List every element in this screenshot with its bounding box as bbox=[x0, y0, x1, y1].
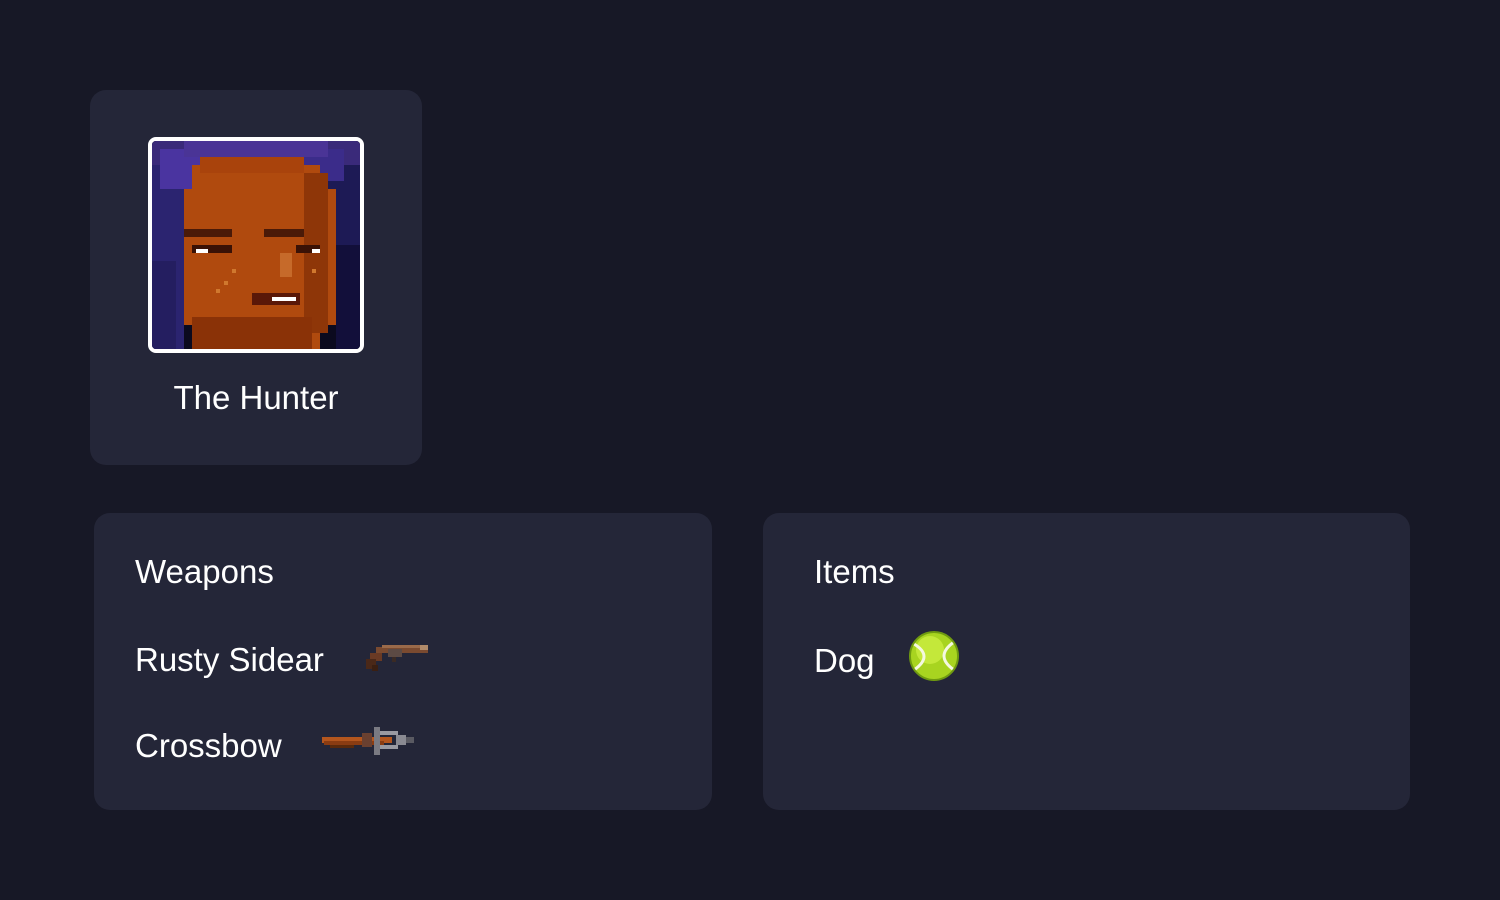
hunter-portrait-icon bbox=[152, 141, 360, 349]
weapons-title: Weapons bbox=[135, 553, 274, 590]
character-card: The Hunter bbox=[90, 90, 422, 465]
items-panel: Items Dog bbox=[763, 513, 1410, 810]
item-label: Dog bbox=[814, 641, 875, 679]
weapon-item-crossbow[interactable]: Crossbow bbox=[135, 723, 420, 768]
revolver-icon bbox=[362, 635, 434, 684]
weapon-item-label: Rusty Sidear bbox=[135, 640, 324, 678]
weapon-item-rusty-sidear[interactable]: Rusty Sidear bbox=[135, 635, 434, 684]
weapons-panel: Weapons Rusty Sidear Crossbow bbox=[94, 513, 712, 810]
tennis-ball-icon bbox=[908, 630, 960, 691]
character-name: The Hunter bbox=[173, 379, 339, 416]
item-dog[interactable]: Dog bbox=[814, 630, 960, 691]
crossbow-icon bbox=[320, 723, 420, 768]
character-portrait[interactable] bbox=[148, 137, 364, 353]
items-title: Items bbox=[814, 553, 895, 590]
weapon-item-label: Crossbow bbox=[135, 726, 282, 764]
